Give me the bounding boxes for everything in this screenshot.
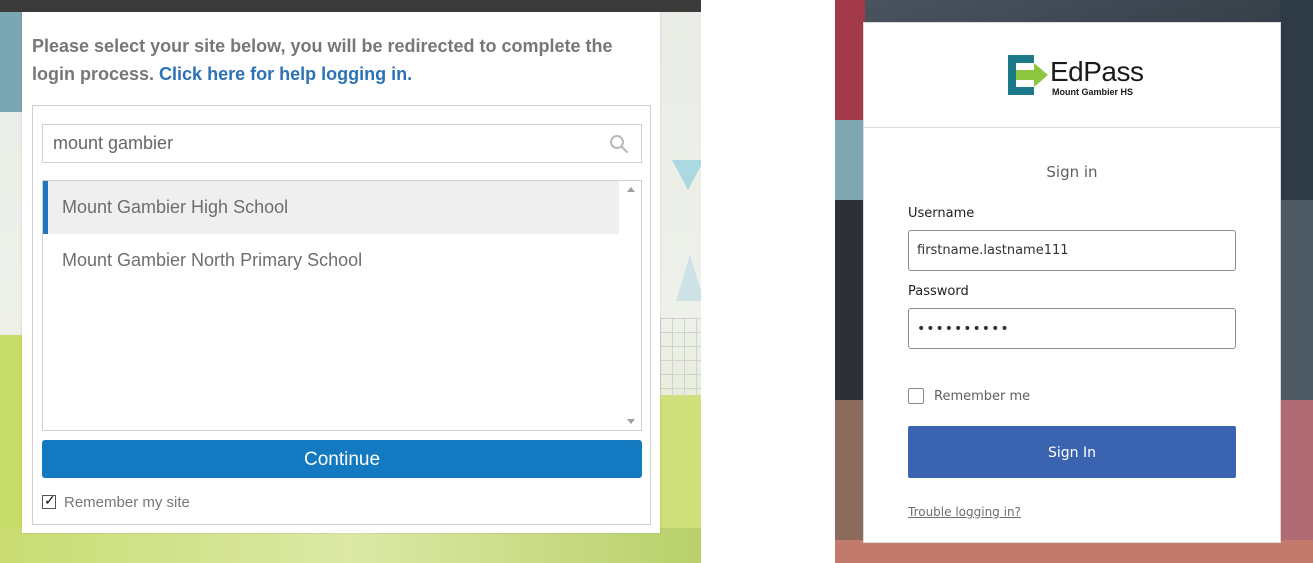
background-decoration — [835, 120, 865, 200]
remember-site-row: ✓ Remember my site — [42, 492, 190, 511]
site-selector-card: Please select your site below, you will … — [22, 12, 660, 533]
sign-in-button[interactable]: Sign In — [908, 426, 1236, 478]
list-item[interactable]: Mount Gambier High School — [43, 181, 619, 234]
help-link[interactable]: Click here for help logging in. — [159, 64, 412, 84]
remember-site-label: Remember my site — [64, 493, 190, 511]
remember-me-checkbox[interactable] — [908, 388, 924, 404]
background-decoration — [0, 528, 701, 563]
username-field[interactable] — [908, 230, 1236, 271]
intro-text: Please select your site below, you will … — [32, 32, 652, 88]
edpass-logo-icon — [1008, 55, 1048, 95]
trouble-logging-in-link[interactable]: Trouble logging in? — [908, 505, 1021, 519]
background-decoration — [1280, 200, 1313, 400]
continue-button[interactable]: Continue — [42, 440, 642, 478]
list-item[interactable]: Mount Gambier North Primary School — [43, 234, 619, 287]
background-decoration — [835, 540, 1313, 563]
username-label: Username — [908, 206, 975, 221]
scroll-up-icon[interactable] — [627, 187, 635, 192]
logo-name: EdPass — [1050, 56, 1144, 87]
remember-me-row: Remember me — [908, 388, 1030, 404]
password-field[interactable] — [908, 308, 1236, 349]
checkmark-icon: ✓ — [44, 492, 56, 508]
scrollbar[interactable] — [621, 181, 641, 430]
search-input[interactable] — [43, 125, 613, 162]
background-decoration — [676, 255, 701, 301]
background-decoration — [672, 160, 701, 190]
background-decoration — [835, 200, 865, 400]
remember-site-checkbox[interactable]: ✓ — [42, 492, 56, 509]
top-bar — [0, 0, 701, 12]
background-decoration — [835, 0, 865, 120]
background-decoration — [660, 318, 701, 398]
background-decoration — [1280, 0, 1313, 200]
scroll-down-icon[interactable] — [627, 419, 635, 424]
page-title: Sign in — [1046, 163, 1098, 181]
site-select-box: Mount Gambier High School Mount Gambier … — [32, 105, 651, 525]
remember-me-label: Remember me — [934, 388, 1031, 404]
background-decoration — [1280, 400, 1313, 563]
login-card: EdPass Mount Gambier HS Sign in Username… — [863, 22, 1281, 543]
search-field[interactable] — [42, 124, 642, 163]
site-results-list: Mount Gambier High School Mount Gambier … — [42, 180, 642, 431]
logo-subtitle: Mount Gambier HS — [1052, 87, 1134, 97]
logo-header: EdPass Mount Gambier HS — [864, 23, 1280, 128]
search-icon[interactable] — [609, 134, 629, 154]
password-label: Password — [908, 284, 969, 299]
background-decoration — [835, 400, 865, 563]
